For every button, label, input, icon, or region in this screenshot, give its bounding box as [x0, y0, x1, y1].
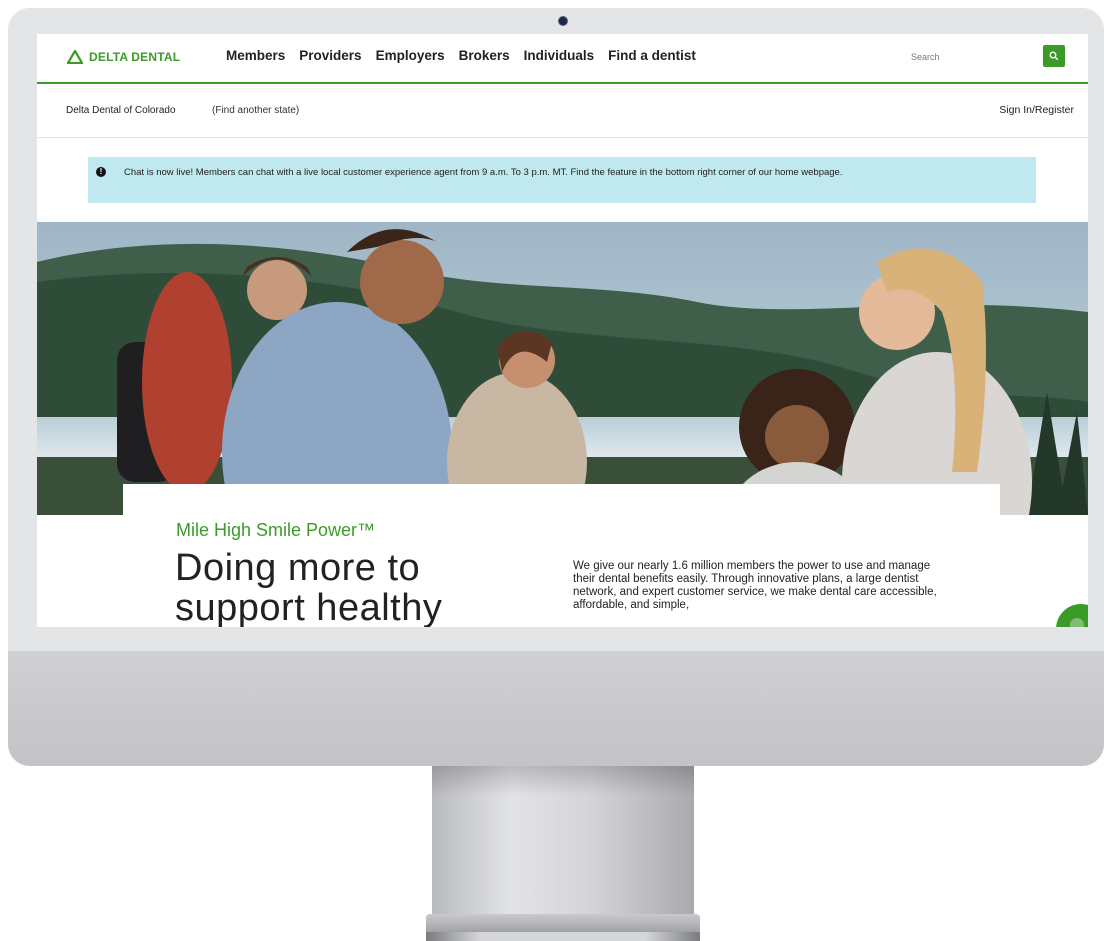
nav-providers[interactable]: Providers — [299, 48, 361, 63]
primary-nav: Members Providers Employers Brokers Indi… — [226, 48, 696, 63]
intro-paragraph: We give our nearly 1.6 million members t… — [573, 560, 937, 611]
find-another-state-link[interactable]: (Find another state) — [212, 105, 299, 116]
hero-image — [37, 222, 1088, 515]
chat-alert-banner: ! Chat is now live! Members can chat wit… — [88, 157, 1036, 203]
delta-dental-logo[interactable]: DELTA DENTAL — [67, 48, 180, 66]
nav-employers[interactable]: Employers — [376, 48, 445, 63]
main-headline: Doing more to support healthy — [175, 547, 443, 627]
info-icon: ! — [96, 167, 106, 177]
nav-brokers[interactable]: Brokers — [459, 48, 510, 63]
screen: DELTA DENTAL Members Providers Employers… — [37, 34, 1088, 627]
logo-text: DELTA DENTAL — [89, 50, 181, 64]
hero-photo — [37, 222, 1088, 515]
webcam-icon — [558, 16, 568, 26]
sign-in-register-link[interactable]: Sign In/Register — [999, 104, 1074, 116]
nav-individuals[interactable]: Individuals — [524, 48, 595, 63]
top-navigation: DELTA DENTAL Members Providers Employers… — [37, 34, 1088, 84]
nav-find-a-dentist[interactable]: Find a dentist — [608, 48, 696, 63]
monitor-stand-foot — [426, 932, 700, 941]
search-input[interactable] — [907, 46, 1041, 68]
nav-members[interactable]: Members — [226, 48, 285, 63]
monitor-chin — [8, 651, 1104, 766]
chat-icon — [1070, 618, 1084, 627]
delta-triangle-icon — [67, 50, 83, 64]
state-label: Delta Dental of Colorado — [66, 105, 176, 116]
search-button[interactable] — [1043, 45, 1065, 67]
chat-button[interactable] — [1056, 604, 1088, 627]
eyebrow-heading: Mile High Smile Power™ — [176, 520, 376, 540]
intro-card: Mile High Smile Power™ Doing more to sup… — [123, 484, 1000, 627]
stand-shadow — [432, 766, 694, 796]
state-bar: Delta Dental of Colorado (Find another s… — [37, 84, 1088, 138]
search-icon — [1049, 51, 1059, 61]
alert-text: Chat is now live! Members can chat with … — [124, 167, 843, 178]
